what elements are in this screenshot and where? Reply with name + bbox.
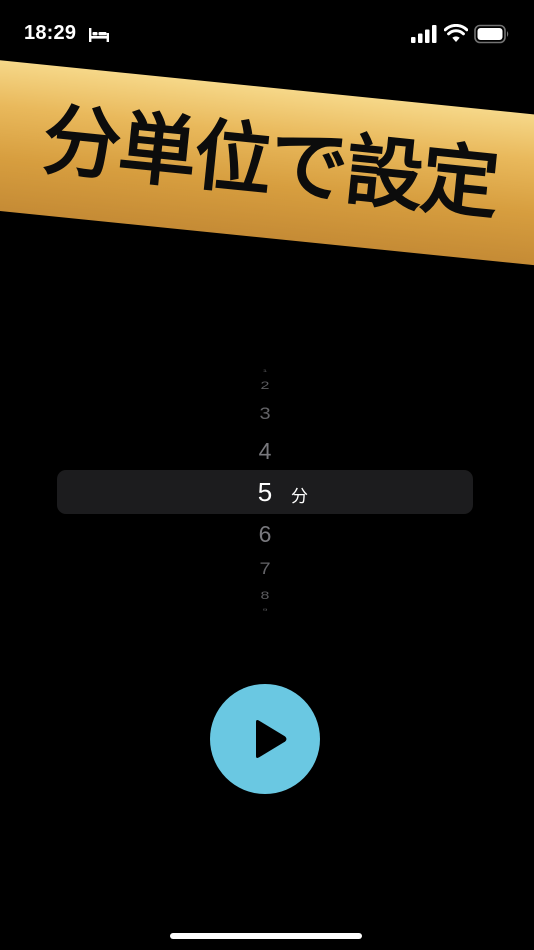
play-icon: [256, 720, 287, 758]
bed-icon: [89, 28, 109, 42]
status-bar: 18:29: [0, 0, 534, 70]
picker-option-7[interactable]: 7: [231, 560, 299, 579]
home-indicator[interactable]: [170, 933, 362, 939]
picker-option-6[interactable]: 6: [231, 521, 299, 547]
status-time: 18:29: [24, 22, 77, 44]
picker-option-8[interactable]: 8: [231, 590, 299, 603]
picker-option-2[interactable]: 2: [231, 380, 299, 393]
picker-unit-label: 分: [291, 487, 308, 507]
cellular-signal-icon: [411, 25, 437, 43]
minute-picker[interactable]: 1 2 3 4 5 分 6 7 8 9: [57, 360, 473, 622]
picker-option-1[interactable]: 1: [231, 369, 299, 373]
picker-option-4[interactable]: 4: [231, 438, 299, 464]
picker-option-9[interactable]: 9: [231, 608, 299, 612]
play-button[interactable]: [210, 684, 320, 794]
banner-title: 分単位で設定: [38, 94, 502, 231]
picker-option-5-selected[interactable]: 5: [231, 477, 299, 507]
wifi-icon: [444, 24, 468, 42]
title-banner: 分単位で設定: [0, 58, 534, 268]
battery-icon: [474, 24, 509, 44]
picker-option-3[interactable]: 3: [231, 405, 299, 424]
